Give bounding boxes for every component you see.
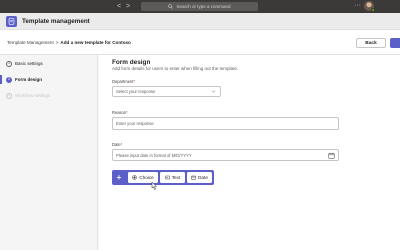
field-label-text: Reason <box>112 110 127 115</box>
back-button[interactable]: Back <box>356 38 386 48</box>
date-placeholder: Please input date in format of M/D/YYYY <box>116 152 192 158</box>
breadcrumb-bar: Template Management > Add a new template f… <box>0 30 400 55</box>
breadcrumb-current: Add a new template for Contoso <box>60 40 131 45</box>
department-label: Department* <box>112 79 135 84</box>
form-design-panel: Form design Add form details for users t… <box>99 55 400 250</box>
date-button[interactable]: Date <box>187 172 212 183</box>
breadcrumb: Template Management > Add a new template f… <box>7 39 131 46</box>
date-label: Date <box>198 175 208 180</box>
wizard-steps: 1 Basic settings 2 Form design 3 Workflo… <box>0 55 98 250</box>
calendar-icon[interactable] <box>328 152 335 159</box>
dropdown-placeholder: Select your response <box>116 89 156 94</box>
breadcrumb-root[interactable]: Template Management <box>7 40 54 45</box>
step-workflow-settings: 3 Workflow settings <box>6 92 50 99</box>
date-label: Date* <box>112 142 122 147</box>
mouse-cursor-icon <box>151 182 157 190</box>
history-nav: < > <box>117 2 135 11</box>
template-app-icon <box>6 16 17 27</box>
search-icon <box>168 4 174 9</box>
back-arrow-icon[interactable]: < <box>117 3 121 10</box>
step-basic-settings[interactable]: 1 Basic settings <box>6 60 43 67</box>
active-step-indicator <box>0 75 2 84</box>
text-field-icon <box>164 175 170 180</box>
department-dropdown[interactable]: Select your response <box>112 86 221 97</box>
step-form-design[interactable]: 2 Form design <box>6 76 42 83</box>
forward-arrow-icon[interactable]: > <box>126 3 130 10</box>
presence-status-icon <box>371 8 375 12</box>
add-question-button[interactable]: + <box>112 170 126 185</box>
input-placeholder: Enter your response <box>116 121 154 126</box>
choice-label: Choice <box>139 175 154 180</box>
step-label: Basic settings <box>15 61 43 66</box>
radio-choice-icon <box>132 175 137 180</box>
search-input[interactable]: Search or type a command <box>141 2 258 11</box>
chevron-down-icon <box>211 90 216 93</box>
step-number: 2 <box>6 76 12 83</box>
add-question-bar: + Choice Text Date <box>112 170 214 185</box>
next-button[interactable] <box>390 38 400 48</box>
step-label: Workflow settings <box>15 93 51 98</box>
field-label-text: Department <box>112 79 134 84</box>
search-placeholder: Search or type a command <box>176 4 231 9</box>
reason-label: Reason* <box>112 110 128 115</box>
step-number: 1 <box>6 60 12 67</box>
date-picker[interactable]: Please input date in format of M/D/YYYY <box>112 149 339 161</box>
app-title: Template management <box>22 18 90 25</box>
more-icon[interactable]: ··· <box>354 1 361 10</box>
field-label-text: Date <box>112 142 121 147</box>
top-bar: < > Search or type a command ··· <box>0 0 400 13</box>
required-marker: * <box>133 79 135 84</box>
step-number: 3 <box>6 92 12 99</box>
required-marker: * <box>120 142 123 147</box>
required-marker: * <box>126 110 128 115</box>
step-label: Form design <box>15 77 43 82</box>
reason-input[interactable]: Enter your response <box>112 117 339 130</box>
calendar-icon <box>191 175 196 180</box>
app-header: Template management <box>0 13 400 30</box>
text-button[interactable]: Text <box>160 172 185 183</box>
text-label: Text <box>171 175 181 180</box>
breadcrumb-separator: > <box>55 40 59 45</box>
page-subtitle: Add form details for users to enter when… <box>112 66 239 71</box>
